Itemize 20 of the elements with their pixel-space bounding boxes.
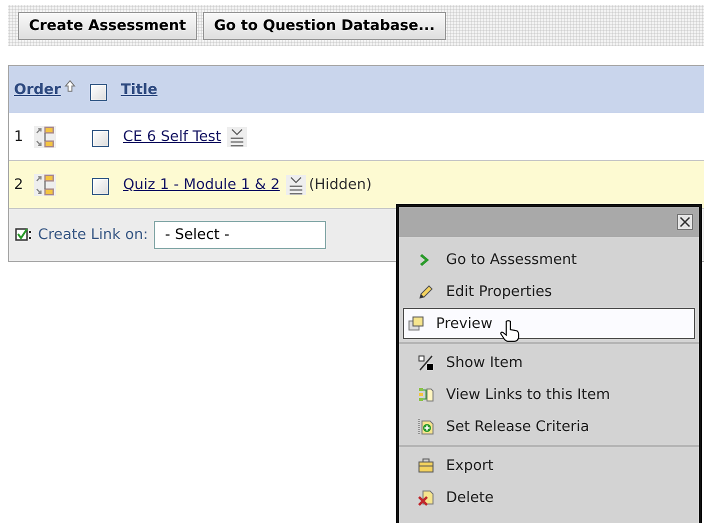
menu-item[interactable]: Set Release Criteria <box>403 411 695 442</box>
order-number: 2 <box>14 176 24 192</box>
toolbar-button[interactable]: Create Assessment <box>18 12 198 40</box>
table-row[interactable]: 2 Quiz 1 - Module 1 & 2 (Hidden) <box>9 161 704 209</box>
menu-item[interactable]: Show Item <box>403 347 695 378</box>
item-title-link[interactable]: CE 6 Self Test <box>123 128 222 144</box>
select-dropdown[interactable]: - Select - <box>154 221 326 249</box>
menu-item[interactable]: Preview <box>403 308 695 339</box>
column-header-link[interactable]: Order <box>14 82 61 98</box>
order-number: 1 <box>14 128 24 144</box>
column-header-link[interactable]: Title <box>120 82 158 98</box>
item-title-link[interactable]: Quiz 1 - Module 1 & 2 <box>123 176 280 192</box>
menu-item[interactable]: Edit Properties <box>403 276 695 307</box>
menu-item[interactable]: Export <box>403 450 695 481</box>
hidden-note: (Hidden) <box>308 176 372 192</box>
menu-item[interactable]: Go to Assessment <box>403 244 695 275</box>
create-link-label: Create Link on: <box>38 227 148 243</box>
toolbar-button[interactable]: Go to Question Database... <box>203 12 446 40</box>
menu-item[interactable]: Delete <box>403 482 695 513</box>
menu-item[interactable]: View Links to this Item <box>403 379 695 410</box>
